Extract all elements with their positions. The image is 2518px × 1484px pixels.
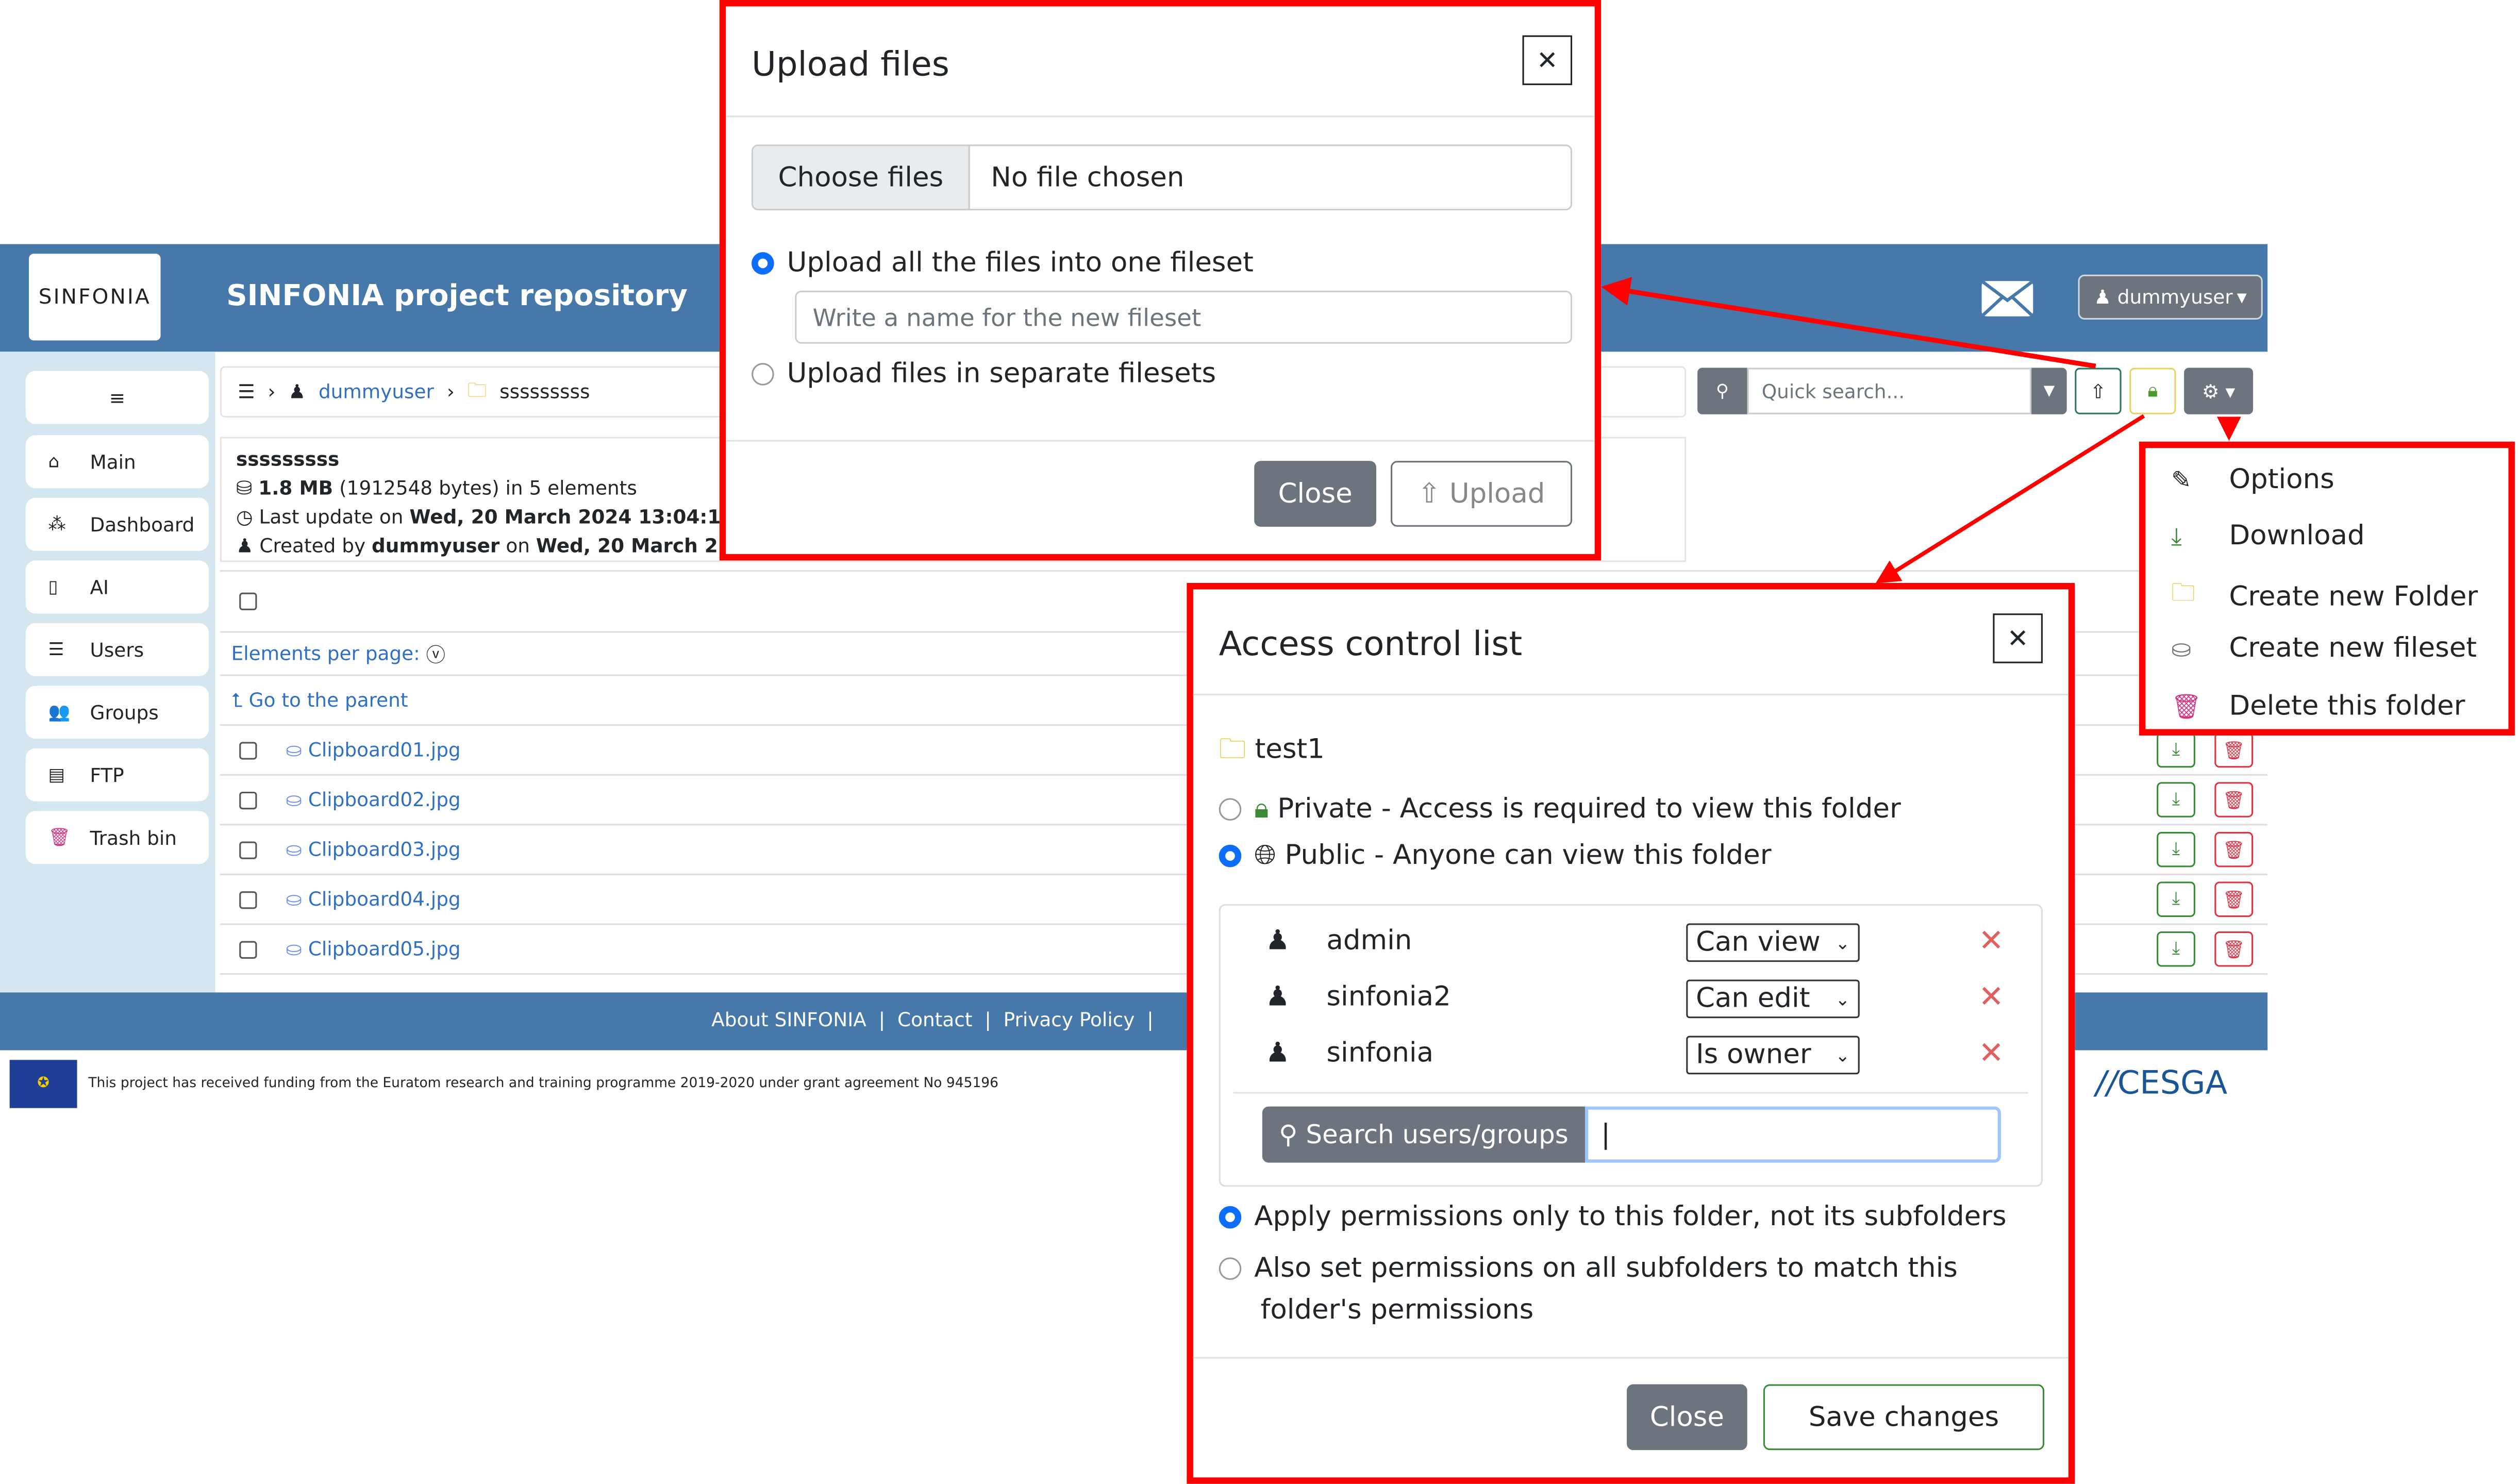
chevron-down-icon: ⌄ [1835,1044,1850,1066]
acl-entry: ♟ sinfonia2 Can edit ⌄ ✕ [1221,978,2040,1020]
acl-user: sinfonia [1326,1037,1434,1070]
option-label: Upload all the files into one fileset [787,247,1254,280]
radio-unselected[interactable] [1219,798,1242,821]
radio-unselected[interactable] [752,363,774,386]
user-icon: ♟ [1265,981,1290,1013]
modal-title: Access control list [1219,624,1523,663]
option-separate-filesets[interactable]: Upload files in separate filesets [752,358,1216,390]
permission-value: Can view [1695,926,1821,959]
save-changes-button[interactable]: Save changes [1763,1384,2045,1450]
remove-icon[interactable]: ✕ [1978,979,2004,1015]
apply-subfolders-option[interactable]: Also set permissions on all subfolders t… [1219,1248,2022,1331]
acl-table: ♟ admin Can view ⌄ ✕ ♟ sinfonia2 Can edit… [1219,904,2043,1187]
arrow-acl [1875,414,2145,583]
acl-user: sinfonia2 [1326,981,1451,1013]
menu-label: Download [2229,520,2365,553]
menu-item-options[interactable]: ✎ Options [2171,464,2334,496]
folder-label: 🗀 test1 [1219,729,1325,775]
menu-label: Options [2229,464,2334,496]
acl-user: admin [1326,925,1412,957]
option-label: Apply permissions only to this folder, n… [1254,1201,2007,1233]
permission-value: Can edit [1695,982,1810,1015]
search-icon: ⚲ [1279,1119,1306,1150]
radio-unselected[interactable] [1219,1257,1242,1280]
pencil-icon: ✎ [2171,465,2192,495]
acl-entry: ♟ admin Can view ⌄ ✕ [1221,922,2040,963]
choose-files-button[interactable]: Choose files [753,146,970,209]
remove-icon[interactable]: ✕ [1978,923,2004,959]
user-icon: ♟ [1265,925,1290,957]
access-control-modal: Access control list ✕ 🗀 test1 🔒︎ Private… [1187,582,2075,1484]
remove-icon[interactable]: ✕ [1978,1036,2004,1071]
option-label: Upload files in separate filesets [787,358,1216,391]
upload-submit-button[interactable]: ⇧ Upload [1391,461,1573,527]
folder-name: test1 [1255,733,1325,766]
menu-label: Delete this folder [2229,690,2465,723]
option-label: Public - Anyone can view this folder [1285,840,1772,872]
option-one-fileset[interactable]: Upload all the files into one fileset [752,247,1254,279]
fileset-name-input[interactable]: Write a name for the new fileset [795,290,1573,344]
close-icon[interactable]: ✕ [1993,613,2043,663]
settings-dropdown-menu: ✎ Options ⤓ Download 🗀 Create new Folder ⛀ C… [2139,441,2515,736]
upload-files-modal: Upload files ✕ Choose files No file chos… [719,0,1602,561]
user-icon: ♟ [1265,1037,1290,1070]
permission-value: Is owner [1695,1039,1811,1072]
search-users-button[interactable]: ⚲ Search users/groups [1262,1106,1585,1163]
permission-select[interactable]: Can edit ⌄ [1686,979,1860,1019]
upload-icon: ⇧ [1418,477,1449,510]
menu-item-new-folder[interactable]: 🗀 Create new Folder [2171,576,2478,616]
radio-selected[interactable] [1219,844,1242,868]
menu-item-new-fileset[interactable]: ⛀ Create new fileset [2171,633,2477,665]
search-users-input[interactable]: | [1585,1106,2001,1163]
trash-icon: 🗑 [2171,692,2202,721]
modal-title: Upload files [752,45,949,84]
close-button[interactable]: Close [1254,461,1376,527]
file-input[interactable]: Choose files No file chosen [752,144,1573,211]
close-icon[interactable]: ✕ [1522,35,1573,86]
close-button[interactable]: Close [1627,1384,1747,1450]
lock-icon: 🔒︎ [1254,793,1278,826]
menu-item-delete-folder[interactable]: 🗑 Delete this folder [2171,691,2465,723]
no-file-text: No file chosen [991,161,1185,194]
permission-select[interactable]: Is owner ⌄ [1686,1036,1860,1075]
radio-selected[interactable] [752,252,774,275]
permission-select[interactable]: Can view ⌄ [1686,923,1860,962]
folder-icon: 🗀 [1219,733,1255,766]
apply-this-folder-option[interactable]: Apply permissions only to this folder, n… [1219,1201,2007,1233]
chevron-down-icon: ⌄ [1835,932,1850,954]
public-option[interactable]: 🌐︎ Public - Anyone can view this folder [1219,840,1772,872]
search-users-group: ⚲ Search users/groups | [1262,1106,2001,1163]
option-label: Also set permissions on all subfolders t… [1254,1253,1958,1327]
fileset-icon: ⛀ [2171,634,2192,663]
folder-icon: 🗀 [2171,578,2195,607]
search-users-label: Search users/groups [1306,1119,1569,1150]
radio-selected[interactable] [1219,1206,1242,1229]
download-icon: ⤓ [2171,522,2182,551]
menu-label: Create new Folder [2229,580,2478,613]
menu-item-download[interactable]: ⤓ Download [2171,520,2364,552]
menu-label: Create new fileset [2229,632,2477,665]
upload-label: Upload [1449,477,1545,510]
arrow-upload [1601,277,2096,369]
option-label: Private - Access is required to view thi… [1277,793,1901,826]
chevron-down-icon: ⌄ [1835,988,1850,1010]
acl-entry: ♟ sinfonia Is owner ⌄ ✕ [1221,1034,2040,1076]
private-option[interactable]: 🔒︎ Private - Access is required to view … [1219,793,1901,825]
globe-icon: 🌐︎ [1254,840,1285,872]
